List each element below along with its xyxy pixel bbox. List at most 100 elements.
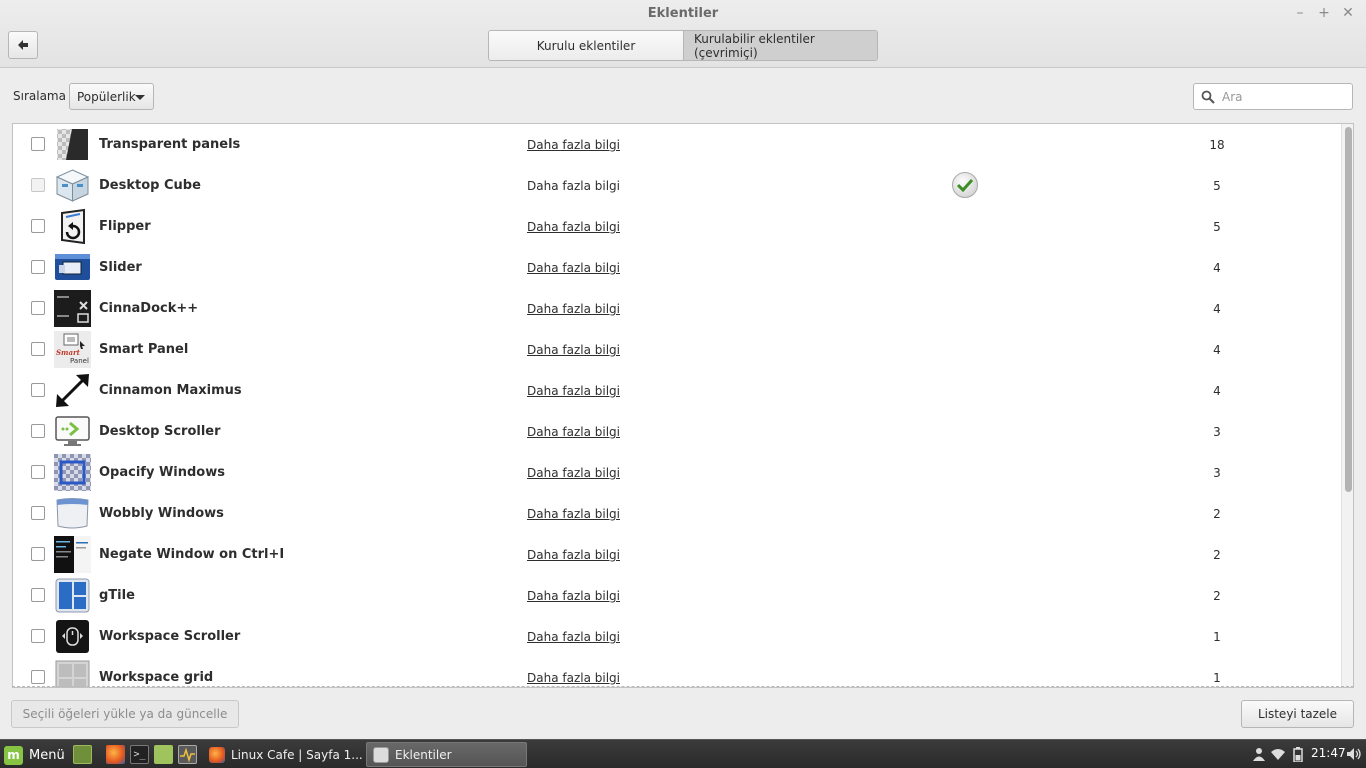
task-firefox[interactable]: Linux Cafe | Sayfa 1... [203,742,363,767]
taskbar: m Menü >_ Linux Cafe | Sayfa 1... Eklent… [0,739,1366,768]
volume-icon[interactable] [1346,746,1362,762]
header-bar: Eklentiler – + ✕ Kurulu eklentiler Kurul… [0,0,1366,68]
list-item[interactable]: Wobbly Windows Daha fazla bilgi 2 [13,493,1340,534]
select-checkbox[interactable] [31,137,45,151]
list-item[interactable]: Slider Daha fazla bilgi 4 [13,247,1340,288]
more-info-link[interactable]: Daha fazla bilgi [527,425,620,439]
list-item[interactable]: Cinnamon Maximus Daha fazla bilgi 4 [13,370,1340,411]
tab-installed[interactable]: Kurulu eklentiler [489,31,684,60]
select-checkbox[interactable] [31,424,45,438]
sort-dropdown[interactable]: Popülerlik [69,83,154,110]
select-checkbox[interactable] [31,588,45,602]
extension-name: Smart Panel [99,342,189,357]
clock[interactable]: 21:47 [1311,746,1346,760]
refresh-list-button[interactable]: Listeyi tazele [1241,700,1354,728]
sort-value: Popülerlik [77,89,136,104]
minimize-icon[interactable]: – [1291,4,1309,22]
list-item[interactable]: Workspace Scroller Daha fazla bilgi 1 [13,616,1340,657]
scrollbar-thumb[interactable] [1345,127,1352,492]
sort-label: Sıralama [13,89,66,103]
battery-icon[interactable] [1290,746,1306,762]
more-info-link[interactable]: Daha fazla bilgi [527,138,620,152]
more-info-link[interactable]: Daha fazla bilgi [527,384,620,398]
extension-name: Negate Window on Ctrl+I [99,547,285,562]
checkmark-icon [952,172,978,198]
select-checkbox[interactable] [31,178,45,192]
select-checkbox[interactable] [31,465,45,479]
search-box[interactable] [1193,83,1353,110]
install-selected-button[interactable]: Seçili öğeleri yükle ya da güncelle [11,700,239,728]
more-info-link[interactable]: Daha fazla bilgi [527,261,620,275]
extension-name: Workspace grid [99,670,214,685]
firefox-icon[interactable] [106,745,125,764]
list-item[interactable]: Flipper Daha fazla bilgi 5 [13,206,1340,247]
extension-score: 4 [1213,384,1221,398]
list-scrollbar[interactable] [1341,124,1353,687]
more-info-link[interactable]: Daha fazla bilgi [527,220,620,234]
extension-score: 2 [1213,507,1221,521]
extensions-app-icon [373,746,389,763]
files-folder-icon[interactable] [154,745,173,764]
list-item[interactable]: Negate Window on Ctrl+I Daha fazla bilgi… [13,534,1340,575]
list-item[interactable]: CinnaDock++ Daha fazla bilgi 4 [13,288,1340,329]
more-info-link[interactable]: Daha fazla bilgi [527,589,620,603]
menu-button[interactable]: m Menü [4,745,65,765]
gtile-icon [54,577,91,614]
extension-score: 2 [1213,548,1221,562]
user-icon[interactable] [1251,746,1267,762]
tab-switcher: Kurulu eklentiler Kurulabilir eklentiler… [488,30,878,61]
close-icon[interactable]: ✕ [1339,4,1357,22]
extension-name: Transparent panels [99,137,241,152]
opacify-windows-icon [54,454,91,491]
task-extensions[interactable]: Eklentiler [366,742,527,767]
workspace-scroller-icon [54,618,91,655]
select-checkbox[interactable] [31,260,45,274]
list-item[interactable]: gTile Daha fazla bilgi 2 [13,575,1340,616]
list-item[interactable]: Transparent panels Daha fazla bilgi 18 [13,124,1340,165]
terminal-icon[interactable]: >_ [130,745,149,764]
system-monitor-icon[interactable] [178,745,197,764]
wifi-icon[interactable] [1270,746,1286,762]
desktop-scroller-icon [54,413,91,450]
maximize-icon[interactable]: + [1315,4,1333,22]
list-item[interactable]: Opacify Windows Daha fazla bilgi 3 [13,452,1340,493]
extension-name: Slider [99,260,142,275]
select-checkbox[interactable] [31,629,45,643]
task-label: Linux Cafe | Sayfa 1... [231,747,363,762]
search-icon [1194,90,1222,104]
more-info-link[interactable]: Daha fazla bilgi [527,630,620,644]
show-desktop-icon[interactable] [73,745,92,764]
select-checkbox[interactable] [31,342,45,356]
select-checkbox[interactable] [31,506,45,520]
extension-score: 3 [1213,425,1221,439]
select-checkbox[interactable] [31,670,45,684]
more-info-link[interactable]: Daha fazla bilgi [527,507,620,521]
list-item[interactable]: Workspace grid Daha fazla bilgi 1 [13,657,1340,687]
extension-score: 4 [1213,261,1221,275]
transparent-panels-icon [54,126,91,163]
search-input[interactable] [1222,89,1342,104]
maximize-arrows-icon [54,372,91,409]
list-item[interactable]: Desktop Cube Daha fazla bilgi 5 [13,165,1340,206]
extensions-list: Transparent panels Daha fazla bilgi 18 D… [12,123,1354,688]
extension-name: Wobbly Windows [99,506,224,521]
select-checkbox[interactable] [31,301,45,315]
window-title: Eklentiler [647,6,719,21]
list-item[interactable]: Smart Panel Smart Panel Daha fazla bilgi… [13,329,1340,370]
more-info-link[interactable]: Daha fazla bilgi [527,548,620,562]
more-info-link[interactable]: Daha fazla bilgi [527,302,620,316]
extension-score: 5 [1213,179,1221,193]
list-item[interactable]: Desktop Scroller Daha fazla bilgi 3 [13,411,1340,452]
select-checkbox[interactable] [31,547,45,561]
back-button[interactable] [8,31,38,59]
tab-online[interactable]: Kurulabilir eklentiler (çevrimiçi) [684,31,877,60]
select-checkbox[interactable] [31,383,45,397]
task-label: Eklentiler [395,747,452,762]
firefox-icon [209,746,225,763]
more-info-link[interactable]: Daha fazla bilgi [527,671,620,685]
more-info-link[interactable]: Daha fazla bilgi [527,466,620,480]
more-info-link[interactable]: Daha fazla bilgi [527,343,620,357]
select-checkbox[interactable] [31,219,45,233]
more-info-link[interactable]: Daha fazla bilgi [527,179,620,193]
extension-score: 18 [1209,138,1225,152]
